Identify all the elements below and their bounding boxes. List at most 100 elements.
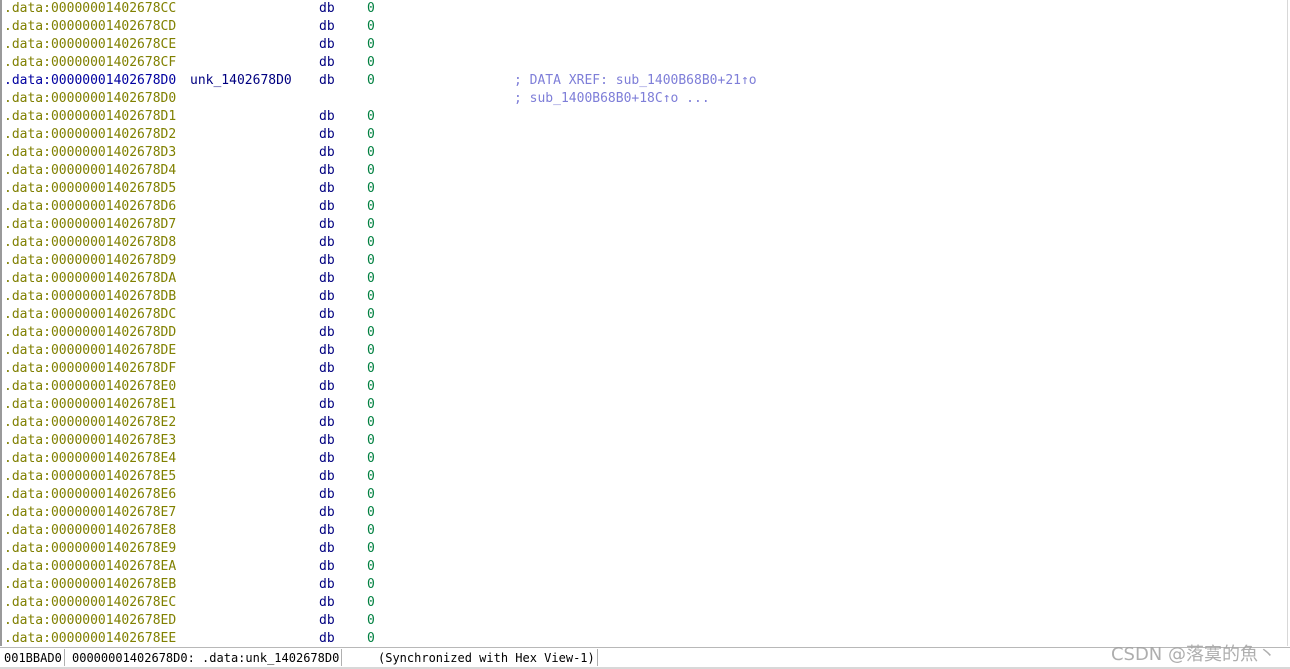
listing-line[interactable]: .data:00000001402678DF db 0 (2, 360, 1287, 378)
line-operand[interactable]: 0 (367, 360, 375, 378)
line-address[interactable]: .data:00000001402678E2 (4, 414, 176, 432)
listing-line[interactable]: .data:00000001402678DA db 0 (2, 270, 1287, 288)
line-operand[interactable]: 0 (367, 540, 375, 558)
line-address[interactable]: .data:00000001402678E8 (4, 522, 176, 540)
listing-line[interactable]: .data:00000001402678E7 db 0 (2, 504, 1287, 522)
line-address[interactable]: .data:00000001402678E9 (4, 540, 176, 558)
listing-line[interactable]: .data:00000001402678DB db 0 (2, 288, 1287, 306)
line-address[interactable]: .data:00000001402678EA (4, 558, 176, 576)
line-operand[interactable]: 0 (367, 162, 375, 180)
listing-line[interactable]: .data:00000001402678E9 db 0 (2, 540, 1287, 558)
line-operand[interactable]: 0 (367, 216, 375, 234)
listing-line[interactable]: .data:00000001402678D7 db 0 (2, 216, 1287, 234)
listing-line[interactable]: .data:00000001402678D6 db 0 (2, 198, 1287, 216)
listing-line[interactable]: .data:00000001402678CD db 0 (2, 18, 1287, 36)
line-address[interactable]: .data:00000001402678E0 (4, 378, 176, 396)
listing-line[interactable]: .data:00000001402678E4 db 0 (2, 450, 1287, 468)
line-operand[interactable]: 0 (367, 576, 375, 594)
line-address[interactable]: .data:00000001402678DD (4, 324, 176, 342)
line-operand[interactable]: 0 (367, 144, 375, 162)
line-operand[interactable]: 0 (367, 180, 375, 198)
line-operand[interactable]: 0 (367, 198, 375, 216)
line-address[interactable]: .data:00000001402678CC (4, 0, 176, 18)
line-address[interactable]: .data:00000001402678EB (4, 576, 176, 594)
line-operand[interactable]: 0 (367, 414, 375, 432)
line-operand[interactable]: 0 (367, 72, 375, 90)
listing-line[interactable]: .data:00000001402678D2 db 0 (2, 126, 1287, 144)
line-address[interactable]: .data:00000001402678EE (4, 630, 176, 646)
line-address[interactable]: .data:00000001402678E5 (4, 468, 176, 486)
listing-line[interactable]: .data:00000001402678E1 db 0 (2, 396, 1287, 414)
line-operand[interactable]: 0 (367, 468, 375, 486)
listing-line[interactable]: .data:00000001402678E6 db 0 (2, 486, 1287, 504)
line-operand[interactable]: 0 (367, 36, 375, 54)
line-operand[interactable]: 0 (367, 594, 375, 612)
line-address[interactable]: .data:00000001402678D4 (4, 162, 176, 180)
line-address[interactable]: .data:00000001402678DE (4, 342, 176, 360)
line-operand[interactable]: 0 (367, 288, 375, 306)
listing-line[interactable]: .data:00000001402678ED db 0 (2, 612, 1287, 630)
line-operand[interactable]: 0 (367, 252, 375, 270)
line-address[interactable]: .data:00000001402678DB (4, 288, 176, 306)
line-operand[interactable]: 0 (367, 396, 375, 414)
line-address[interactable]: .data:00000001402678E6 (4, 486, 176, 504)
line-label[interactable]: unk_1402678D0 (190, 72, 292, 90)
listing-line[interactable]: .data:00000001402678EA db 0 (2, 558, 1287, 576)
listing-line[interactable]: .data:00000001402678CF db 0 (2, 54, 1287, 72)
line-operand[interactable]: 0 (367, 504, 375, 522)
line-operand[interactable]: 0 (367, 522, 375, 540)
line-address[interactable]: .data:00000001402678D0 (4, 90, 176, 108)
line-operand[interactable]: 0 (367, 234, 375, 252)
line-address[interactable]: .data:00000001402678ED (4, 612, 176, 630)
listing-line[interactable]: .data:00000001402678D0 unk_1402678D0 db 0 ; … (2, 72, 1287, 90)
line-address[interactable]: .data:00000001402678D9 (4, 252, 176, 270)
line-address[interactable]: .data:00000001402678E4 (4, 450, 176, 468)
listing-line[interactable]: .data:00000001402678DE db 0 (2, 342, 1287, 360)
line-operand[interactable]: 0 (367, 432, 375, 450)
listing-line[interactable]: .data:00000001402678E2 db 0 (2, 414, 1287, 432)
listing-line[interactable]: .data:00000001402678E0 db 0 (2, 378, 1287, 396)
line-operand[interactable]: 0 (367, 108, 375, 126)
line-operand[interactable]: 0 (367, 342, 375, 360)
line-address[interactable]: .data:00000001402678D3 (4, 144, 176, 162)
listing-line[interactable]: .data:00000001402678D9 db 0 (2, 252, 1287, 270)
listing-line[interactable]: .data:00000001402678EB db 0 (2, 576, 1287, 594)
line-address[interactable]: .data:00000001402678D5 (4, 180, 176, 198)
line-operand[interactable]: 0 (367, 486, 375, 504)
line-operand[interactable]: 0 (367, 612, 375, 630)
line-address[interactable]: .data:00000001402678CF (4, 54, 176, 72)
line-operand[interactable]: 0 (367, 378, 375, 396)
line-address[interactable]: .data:00000001402678D6 (4, 198, 176, 216)
line-operand[interactable]: 0 (367, 126, 375, 144)
listing-line[interactable]: .data:00000001402678CE db 0 (2, 36, 1287, 54)
listing-line[interactable]: .data:00000001402678D8 db 0 (2, 234, 1287, 252)
listing-line[interactable]: .data:00000001402678E5 db 0 (2, 468, 1287, 486)
line-operand[interactable]: 0 (367, 558, 375, 576)
listing-line[interactable]: .data:00000001402678E8 db 0 (2, 522, 1287, 540)
line-operand[interactable]: 0 (367, 0, 375, 18)
listing-line[interactable]: .data:00000001402678CC db 0 (2, 0, 1287, 18)
line-operand[interactable]: 0 (367, 324, 375, 342)
listing-line[interactable]: .data:00000001402678DC db 0 (2, 306, 1287, 324)
line-address[interactable]: .data:00000001402678D7 (4, 216, 176, 234)
line-address[interactable]: .data:00000001402678D8 (4, 234, 176, 252)
listing-line[interactable]: .data:00000001402678E3 db 0 (2, 432, 1287, 450)
listing-line[interactable]: .data:00000001402678EC db 0 (2, 594, 1287, 612)
line-address[interactable]: .data:00000001402678DC (4, 306, 176, 324)
line-operand[interactable]: 0 (367, 306, 375, 324)
listing-line[interactable]: .data:00000001402678DD db 0 (2, 324, 1287, 342)
listing-line[interactable]: .data:00000001402678D4 db 0 (2, 162, 1287, 180)
line-operand[interactable]: 0 (367, 18, 375, 36)
line-comment[interactable]: ; sub_1400B68B0+18C↑o ... (514, 90, 710, 108)
line-address[interactable]: .data:00000001402678E3 (4, 432, 176, 450)
line-address[interactable]: .data:00000001402678E1 (4, 396, 176, 414)
line-address[interactable]: .data:00000001402678CD (4, 18, 176, 36)
line-address[interactable]: .data:00000001402678DF (4, 360, 176, 378)
line-comment[interactable]: ; DATA XREF: sub_1400B68B0+21↑o (514, 72, 757, 90)
line-address[interactable]: .data:00000001402678DA (4, 270, 176, 288)
disassembly-listing[interactable]: .data:00000001402678CC db 0 .data:000000014… (0, 0, 1288, 646)
listing-line[interactable]: .data:00000001402678EE db 0 (2, 630, 1287, 646)
listing-line[interactable]: .data:00000001402678D0 ; sub_1400B68B0+18… (2, 90, 1287, 108)
line-operand[interactable]: 0 (367, 270, 375, 288)
line-address[interactable]: .data:00000001402678E7 (4, 504, 176, 522)
